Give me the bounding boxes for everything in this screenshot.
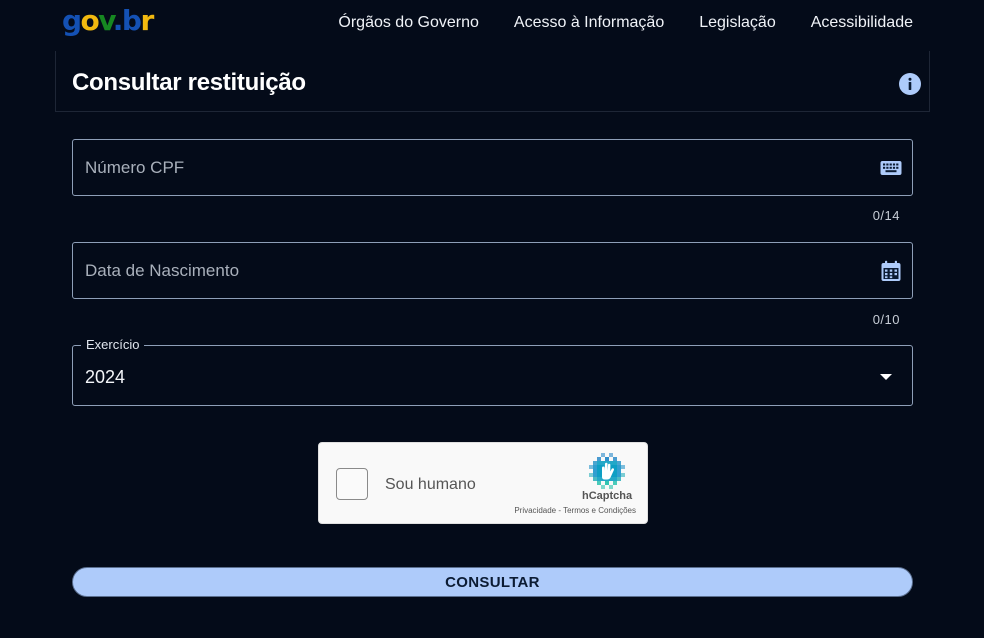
govbr-logo[interactable]: gov.br (62, 4, 154, 38)
cpf-char-counter: 0/14 (872, 208, 900, 223)
nav-acessibilidade[interactable]: Acessibilidade (811, 12, 913, 34)
keyboard-icon[interactable] (880, 157, 902, 179)
birth-date-char-counter: 0/10 (872, 312, 900, 327)
exercise-label: Exercício (81, 337, 145, 353)
nav-orgaos-governo[interactable]: Órgãos do Governo (338, 12, 479, 34)
captcha-checkbox[interactable] (336, 468, 368, 500)
title-card: Consultar restituição (55, 51, 930, 112)
consultar-button[interactable]: CONSULTAR (72, 567, 913, 597)
top-bar: gov.br Órgãos do Governo Acesso à Inform… (0, 0, 984, 48)
cpf-input[interactable] (85, 140, 865, 195)
exercise-select[interactable]: Exercício 2024 (72, 337, 913, 406)
captcha-brand: hCaptcha (582, 490, 633, 502)
calendar-icon[interactable] (880, 260, 902, 282)
page-title: Consultar restituição (72, 69, 306, 96)
nav-acesso-informacao[interactable]: Acesso à Informação (514, 12, 664, 34)
top-nav: Órgãos do Governo Acesso à Informação Le… (338, 12, 913, 34)
birth-date-field (72, 242, 913, 299)
hcaptcha-widget: Sou humano hCaptcha Privacidade - Termos… (318, 442, 648, 524)
cpf-field (72, 139, 913, 196)
exercise-value: 2024 (85, 367, 126, 387)
info-icon[interactable] (899, 73, 921, 95)
nav-legislacao[interactable]: Legislação (699, 12, 776, 34)
birth-date-input[interactable] (85, 243, 865, 298)
captcha-links[interactable]: Privacidade - Termos e Condições (514, 506, 636, 515)
caret-down-icon[interactable] (880, 374, 892, 380)
hcaptcha-logo-icon (589, 453, 625, 489)
captcha-label: Sou humano (385, 476, 476, 493)
